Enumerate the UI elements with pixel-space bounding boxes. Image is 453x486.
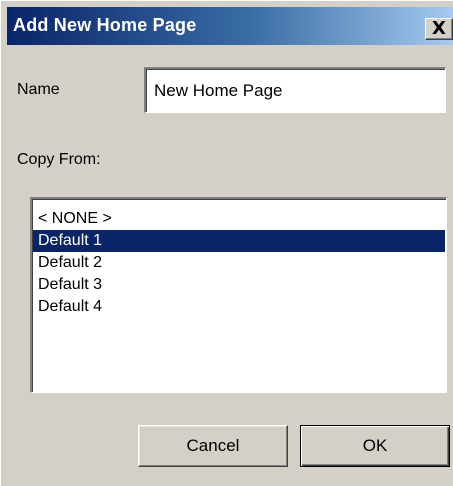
list-item[interactable]: Default 3 bbox=[33, 274, 445, 296]
dialog-title: Add New Home Page bbox=[13, 15, 197, 35]
list-item[interactable]: Default 1 bbox=[33, 230, 445, 252]
list-item[interactable]: Default 2 bbox=[33, 252, 445, 274]
list-item[interactable]: Default 4 bbox=[33, 296, 445, 318]
copy-from-listbox[interactable]: < NONE > Default 1 Default 2 Default 3 D… bbox=[30, 197, 447, 393]
title-bar[interactable]: Add New Home Page X bbox=[7, 7, 453, 45]
close-button[interactable]: X bbox=[425, 18, 453, 40]
add-home-page-dialog: Add New Home Page X Name Copy From: < NO… bbox=[0, 0, 453, 486]
name-input[interactable] bbox=[144, 67, 446, 113]
ok-button[interactable]: OK bbox=[300, 425, 450, 467]
name-label: Name bbox=[17, 81, 60, 98]
list-item[interactable]: < NONE > bbox=[33, 208, 445, 230]
cancel-button[interactable]: Cancel bbox=[138, 425, 288, 467]
close-icon: X bbox=[432, 18, 446, 39]
copy-from-label: Copy From: bbox=[17, 151, 101, 168]
